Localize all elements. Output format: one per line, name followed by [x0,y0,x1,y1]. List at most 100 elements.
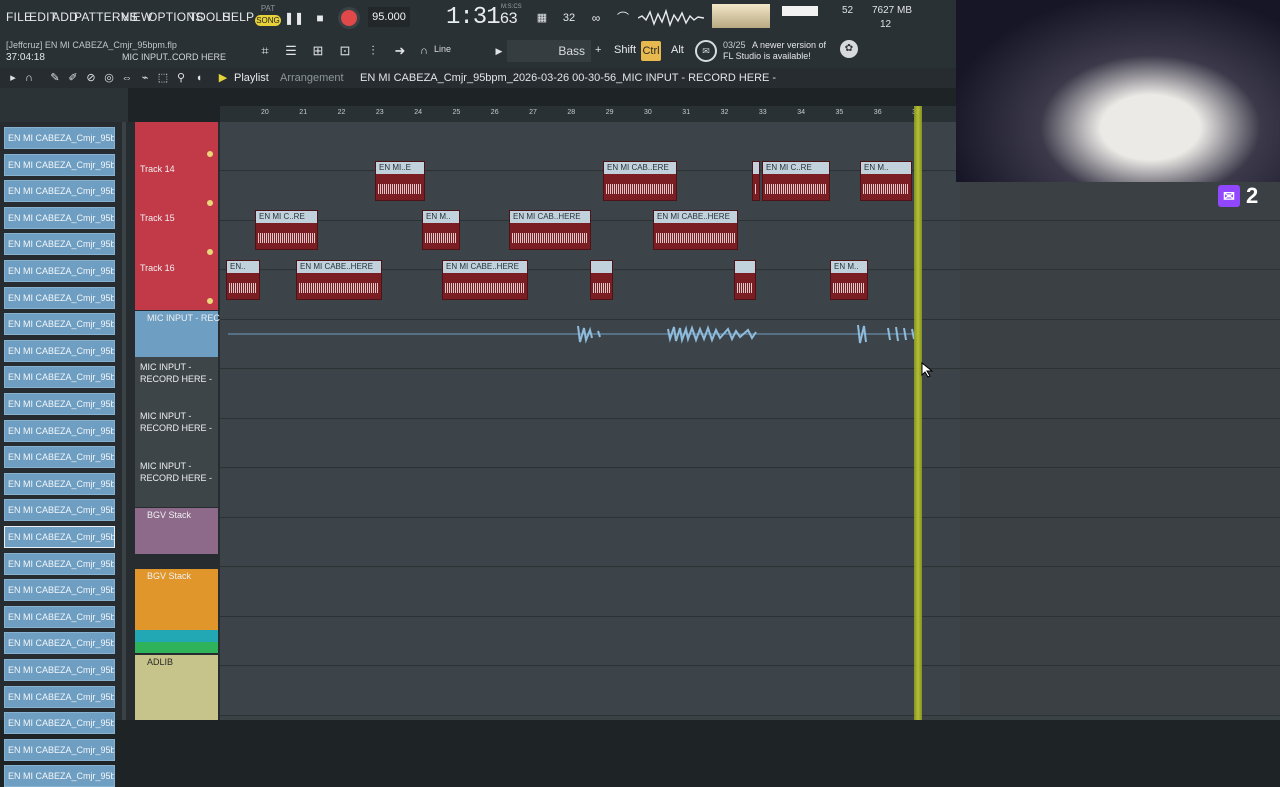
zoom-icon[interactable]: ⚲ [174,71,188,85]
browser-item[interactable]: EN MI CABEZA_Cmjr_95bp [4,659,115,681]
playhead[interactable] [914,106,922,720]
audio-clip[interactable]: EN M.. [860,161,912,201]
playlist-lane[interactable] [220,369,960,419]
pause-icon[interactable]: ❚❚ [284,8,304,28]
news-line-2[interactable]: FL Studio is available! [723,51,811,61]
browser-item[interactable]: EN MI CABEZA_Cmjr_95bp [4,526,115,548]
audio-clip[interactable] [734,260,756,300]
slip-icon[interactable]: ⇔ [120,71,134,85]
audio-clip[interactable]: EN MI C..RE [762,161,830,201]
browser-item[interactable]: EN MI CABEZA_Cmjr_95bp [4,313,115,336]
browser-item[interactable]: EN MI CABEZA_Cmjr_95bp [4,472,115,495]
playlist-lane-empty[interactable] [960,617,1280,666]
magnet-small-icon[interactable]: ∩ [22,71,36,85]
fl-logo-icon[interactable]: ✿ [840,40,858,58]
playlist-lane[interactable] [220,666,960,716]
playlist-lane-empty[interactable] [960,666,1280,716]
speaker-icon[interactable]: ◖ [192,71,206,85]
audio-clip[interactable]: EN M.. [422,210,460,250]
browser-item[interactable]: EN MI CABEZA_Cmjr_95bp [4,605,115,628]
timeline-ruler[interactable] [220,106,960,122]
record-button[interactable] [338,7,360,29]
step-icon[interactable]: 32 [559,8,579,28]
stop-icon[interactable]: ■ [310,8,330,28]
audio-clip[interactable] [752,161,760,201]
arrow-right-icon[interactable]: ➜ [391,42,409,60]
browser-scrollbar[interactable] [122,122,126,720]
browser-item[interactable]: EN MI CABEZA_Cmjr_95bp [4,446,115,469]
pencil-icon[interactable]: ✎ [48,71,62,85]
browser-item[interactable]: EN MI CABEZA_Cmjr_95bp [4,153,115,176]
slice-icon[interactable]: ⌁ [138,71,152,85]
playlist-lane[interactable] [220,122,960,171]
audio-clip[interactable]: EN MI CAB..HERE [509,210,591,250]
playlist-lane[interactable] [220,419,960,468]
track-15-dot[interactable] [207,200,213,206]
track-16b-dot[interactable] [207,298,213,304]
add-button[interactable]: + [595,44,601,56]
pat-song-toggle[interactable]: PAT SONG [255,4,281,32]
browser-item[interactable]: EN MI CABEZA_Cmjr_95bp [4,233,115,256]
playlist-lane-empty[interactable] [960,567,1280,617]
channel-rack-icon[interactable]: ⊞ [309,42,327,60]
browser-item[interactable]: EN MI CABEZA_Cmjr_95bp [4,339,115,362]
metronome-icon[interactable]: ⌒ [613,8,633,28]
audio-clip[interactable]: EN MI CAB..ERE [603,161,677,201]
playlist-lane-empty[interactable] [960,518,1280,567]
browser-item[interactable]: EN MI CABEZA_Cmjr_95bp [4,552,115,575]
mixer-icon[interactable]: ⊡ [336,42,354,60]
playlist-lane[interactable] [220,617,960,666]
playlist-lane-empty[interactable] [960,221,1280,270]
audio-clip[interactable]: EN M.. [830,260,868,300]
snap-select[interactable]: Line [434,44,451,54]
track-16-dot[interactable] [207,249,213,255]
loop-icon[interactable]: ∞ [586,8,606,28]
browser-item[interactable]: EN MI CABEZA_Cmjr_95bp [4,712,115,735]
browser-item[interactable]: EN MI CABEZA_Cmjr_95bp [4,499,115,522]
browser-item[interactable]: EN MI CABEZA_Cmjr_95bp [4,260,115,282]
browser-item[interactable]: EN MI CABEZA_Cmjr_95bp [4,127,115,149]
audio-clip[interactable]: EN MI C..RE [255,210,318,250]
browser-item[interactable]: EN MI CABEZA_Cmjr_95bp [4,180,115,203]
playlist-lane-empty[interactable] [960,468,1280,518]
browser-item[interactable]: EN MI CABEZA_Cmjr_95bp [4,206,115,229]
preset-select[interactable]: Bass [507,40,591,62]
playlist-lane-empty[interactable] [960,369,1280,419]
ctrl-button[interactable]: Ctrl [641,41,661,61]
playlist-subtitle[interactable]: Arrangement [280,72,344,84]
browser-item[interactable]: EN MI CABEZA_Cmjr_95bp [4,366,115,389]
browser-item[interactable]: EN MI CABEZA_Cmjr_95bp [4,393,115,415]
shift-button[interactable]: Shift [614,44,636,56]
playlist-lane-empty[interactable] [960,270,1280,320]
select-icon[interactable]: ⬚ [156,71,170,85]
audio-clip[interactable]: EN MI..E [375,161,425,201]
play-arrow-icon[interactable]: ▸ [6,71,20,85]
delete-icon[interactable]: ⊘ [84,71,98,85]
browser-item[interactable]: EN MI CABEZA_Cmjr_95bp [4,685,115,708]
track-14-dot[interactable] [207,151,213,157]
playlist-lane-empty[interactable] [960,320,1280,369]
play-small-icon[interactable]: ▶ [490,42,508,60]
alt-button[interactable]: Alt [671,44,684,56]
audio-clip[interactable] [590,260,613,300]
audio-clip[interactable]: EN MI CABE..HERE [442,260,528,300]
audio-clip[interactable]: EN MI CABE..HERE [653,210,738,250]
magnet-icon[interactable]: ∩ [415,42,433,60]
browser-item[interactable]: EN MI CABEZA_Cmjr_95bp [4,579,115,602]
browser-item[interactable]: EN MI CABEZA_Cmjr_95bp [4,738,115,761]
playlist-lane-empty[interactable] [960,419,1280,468]
playlist-lane[interactable] [220,518,960,567]
plugin-icon[interactable]: ⫶ [364,42,382,60]
news-icon[interactable]: ✉ [695,40,717,62]
mute-icon[interactable]: ◎ [102,71,116,85]
paint-icon[interactable]: ✐ [66,71,80,85]
browser-icon[interactable]: ☰ [282,42,300,60]
menu-help[interactable]: HELP [222,10,254,24]
browser-item[interactable]: EN MI CABEZA_Cmjr_95bp [4,765,115,787]
browser-item[interactable]: EN MI CABEZA_Cmjr_95bp [4,419,115,442]
audio-clip[interactable]: EN.. [226,260,260,300]
news-line-1[interactable]: A newer version of [752,40,826,50]
audio-clip[interactable]: EN MI CABE..HERE [296,260,382,300]
playlist-play-icon[interactable]: ▶ [216,71,230,85]
browser-item[interactable]: EN MI CABEZA_Cmjr_95bp [4,286,115,309]
